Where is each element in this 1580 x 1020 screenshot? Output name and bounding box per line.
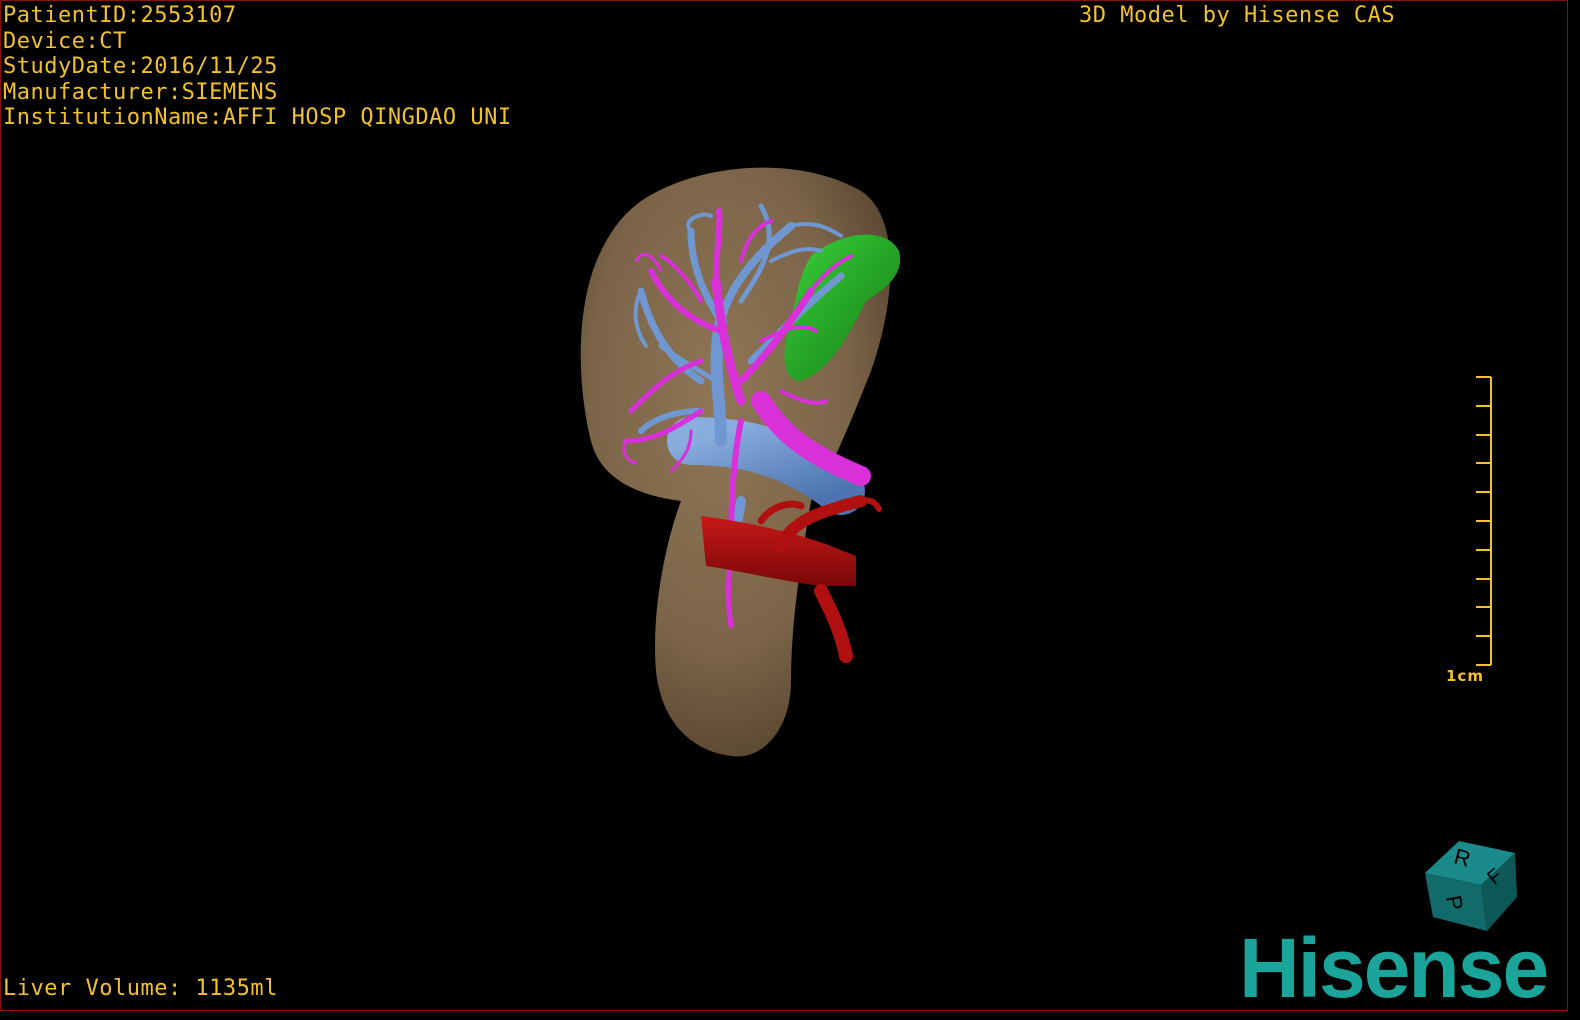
hisense-logo: Hisense (1239, 921, 1549, 1011)
scale-bar-label: 1cm (1446, 667, 1484, 685)
orientation-cube[interactable]: R F P (1425, 841, 1517, 931)
institution-name: InstitutionName:AFFI HOSP QINGDAO UNI (3, 105, 512, 130)
device: Device:CT (3, 28, 127, 54)
patient-id: PatientID:2553107 (3, 3, 237, 28)
study-info-overlay: PatientID:2553107 Device:CT StudyDate:20… (3, 3, 512, 131)
study-date: StudyDate:2016/11/25 (3, 54, 278, 79)
model-credit: 3D Model by Hisense CAS (1079, 3, 1396, 28)
liver-3d-model[interactable]: R F P (1, 1, 1567, 1010)
liver-volume: Liver Volume: 1135ml (3, 976, 278, 1001)
3d-viewport[interactable]: R F P PatientID:2553107 Device:CT StudyD… (0, 0, 1568, 1011)
scale-bar (1476, 376, 1492, 666)
manufacturer: Manufacturer:SIEMENS (3, 79, 278, 105)
